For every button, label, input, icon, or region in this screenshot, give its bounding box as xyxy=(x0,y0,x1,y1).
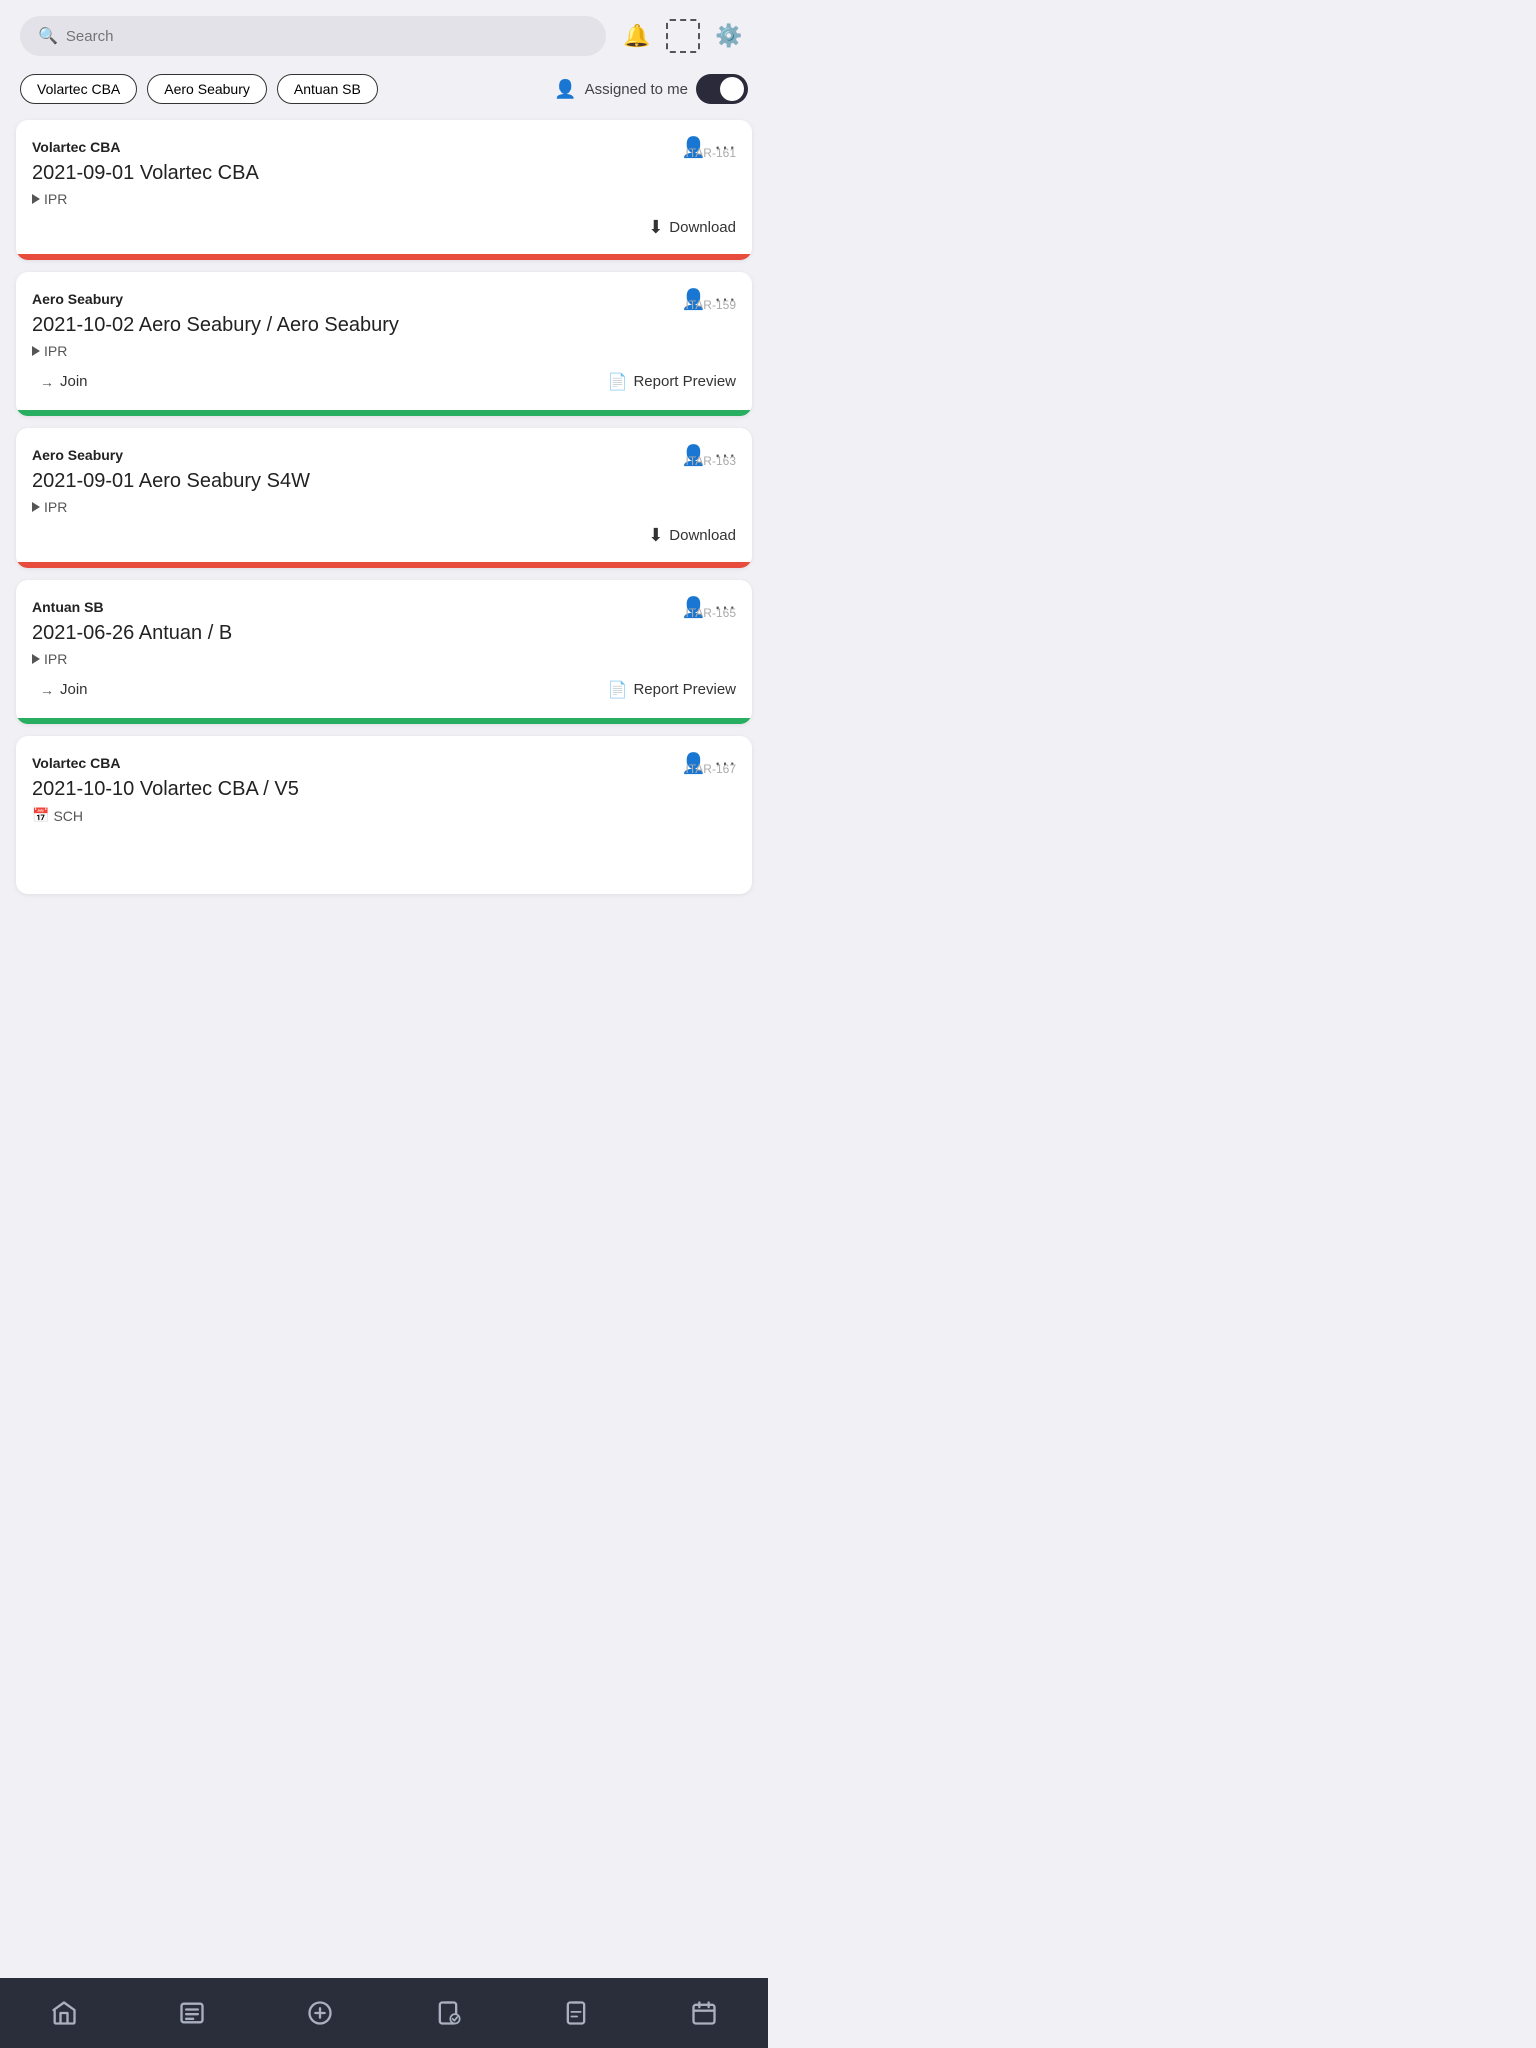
settings-icon[interactable]: ⚙️ xyxy=(710,17,748,55)
card-tag-4: IPR xyxy=(32,651,736,667)
filter-aero-seabury[interactable]: Aero Seabury xyxy=(147,74,267,104)
nav-home[interactable] xyxy=(34,1988,94,2038)
card-title-3: 2021-09-01 Aero Seabury S4W xyxy=(32,470,736,493)
nav-calendar[interactable] xyxy=(674,1988,734,2038)
report-label-4: Report Preview xyxy=(633,681,736,698)
report-preview-btn-4[interactable]: 📄 Report Preview xyxy=(608,680,736,700)
join-label-4: Join xyxy=(60,681,88,698)
card-itar-167: Volartec CBA 👤 ··· ITAR-167 2021-10-10 V… xyxy=(16,736,752,894)
filter-antuan-sb[interactable]: Antuan SB xyxy=(277,74,378,104)
report-label-2: Report Preview xyxy=(633,373,736,390)
card-footer-bar-1 xyxy=(16,254,752,260)
header-icons: 🔔 ⚙️ xyxy=(618,17,748,55)
search-input[interactable] xyxy=(66,28,588,45)
nav-add[interactable] xyxy=(290,1988,350,2038)
card-tag-label-2: IPR xyxy=(44,343,67,359)
header: 🔍 🔔 ⚙️ xyxy=(0,0,768,66)
download-label-1: Download xyxy=(669,219,736,236)
card-itar-4: ITAR-165 xyxy=(32,606,736,620)
nav-list[interactable] xyxy=(162,1988,222,2038)
card-tag-triangle-2 xyxy=(32,346,40,356)
join-label-2: Join xyxy=(60,373,88,390)
card-org-1: Volartec CBA xyxy=(32,139,120,155)
report-icon-4: 📄 xyxy=(608,680,628,700)
assigned-label: Assigned to me xyxy=(585,81,688,98)
report-preview-btn-2[interactable]: 📄 Report Preview xyxy=(608,372,736,392)
card-org-4: Antuan SB xyxy=(32,599,104,615)
card-actions-2: → Join 📄 Report Preview xyxy=(32,369,736,394)
card-footer-bar-2 xyxy=(16,410,752,416)
card-itar-2: ITAR-159 xyxy=(32,298,736,312)
card-itar-159: Aero Seabury 👤 ··· ITAR-159 2021-10-02 A… xyxy=(16,272,752,416)
download-label-3: Download xyxy=(669,527,736,544)
card-tag-triangle-4 xyxy=(32,654,40,664)
card-title-2: 2021-10-02 Aero Seabury / Aero Seabury xyxy=(32,314,736,337)
card-tag-2: IPR xyxy=(32,343,736,359)
assigned-toggle-switch[interactable] xyxy=(696,74,748,104)
bottom-nav xyxy=(0,1978,768,2048)
card-org-3: Aero Seabury xyxy=(32,447,123,463)
home-icon xyxy=(50,1999,78,2027)
card-tag-label-4: IPR xyxy=(44,651,67,667)
card-title-4: 2021-06-26 Antuan / B xyxy=(32,622,736,645)
clipboard-icon xyxy=(562,1999,590,2027)
card-download-btn-3[interactable]: ⬇ Download xyxy=(648,525,736,546)
card-org-5: Volartec CBA xyxy=(32,755,120,771)
download-icon-3: ⬇ xyxy=(648,525,663,546)
calendar-icon xyxy=(690,1999,718,2027)
card-itar-161: Volartec CBA 👤 ··· ITAR-161 2021-09-01 V… xyxy=(16,120,752,260)
notification-icon[interactable]: 🔔 xyxy=(618,17,656,55)
card-actions-4: → Join 📄 Report Preview xyxy=(32,677,736,702)
card-title-1: 2021-09-01 Volartec CBA xyxy=(32,162,736,185)
search-bar[interactable]: 🔍 xyxy=(20,16,606,56)
nav-clipboard-check[interactable] xyxy=(418,1988,478,2038)
card-itar-5: ITAR-167 xyxy=(32,762,736,776)
list-icon xyxy=(178,1999,206,2027)
clipboard-check-icon xyxy=(434,1999,462,2027)
card-actions-3: ⬇ Download xyxy=(32,525,736,546)
card-footer-bar-3 xyxy=(16,562,752,568)
plus-circle-icon xyxy=(306,1999,334,2027)
card-tag-label-1: IPR xyxy=(44,191,67,207)
card-tag-label-3: IPR xyxy=(44,499,67,515)
card-tag-3: IPR xyxy=(32,499,736,515)
card-actions-1: ⬇ Download xyxy=(32,217,736,238)
card-footer-bar-4 xyxy=(16,718,752,724)
join-arrow-4: → xyxy=(40,682,54,698)
card-download-btn-1[interactable]: ⬇ Download xyxy=(648,217,736,238)
card-tag-label-5: SCH xyxy=(53,808,83,824)
download-icon-1: ⬇ xyxy=(648,217,663,238)
card-tag-5: 📅 SCH xyxy=(32,807,736,824)
card-itar-163: Aero Seabury 👤 ··· ITAR-163 2021-09-01 A… xyxy=(16,428,752,568)
frame-icon[interactable] xyxy=(666,19,700,53)
join-button-2[interactable]: → Join xyxy=(32,369,96,394)
card-itar-165: Antuan SB 👤 ··· ITAR-165 2021-06-26 Antu… xyxy=(16,580,752,724)
card-tag-triangle-3 xyxy=(32,502,40,512)
card-title-5: 2021-10-10 Volartec CBA / V5 xyxy=(32,778,736,801)
filter-bar: Volartec CBA Aero Seabury Antuan SB 👤 As… xyxy=(0,66,768,116)
nav-clipboard[interactable] xyxy=(546,1988,606,2038)
card-itar-1: ITAR-161 xyxy=(32,146,736,160)
search-icon: 🔍 xyxy=(38,26,58,46)
report-icon-2: 📄 xyxy=(608,372,628,392)
filter-volartec-cba[interactable]: Volartec CBA xyxy=(20,74,137,104)
cards-container: Volartec CBA 👤 ··· ITAR-161 2021-09-01 V… xyxy=(0,116,768,898)
card-tag-triangle-1 xyxy=(32,194,40,204)
card-tag-1: IPR xyxy=(32,191,736,207)
card-org-2: Aero Seabury xyxy=(32,291,123,307)
assigned-user-icon: 👤 xyxy=(554,79,576,100)
join-button-4[interactable]: → Join xyxy=(32,677,96,702)
join-arrow-2: → xyxy=(40,374,54,390)
assigned-toggle: 👤 Assigned to me xyxy=(554,74,748,104)
card-itar-3: ITAR-163 xyxy=(32,454,736,468)
card-tag-calendar-5: 📅 xyxy=(32,807,49,824)
